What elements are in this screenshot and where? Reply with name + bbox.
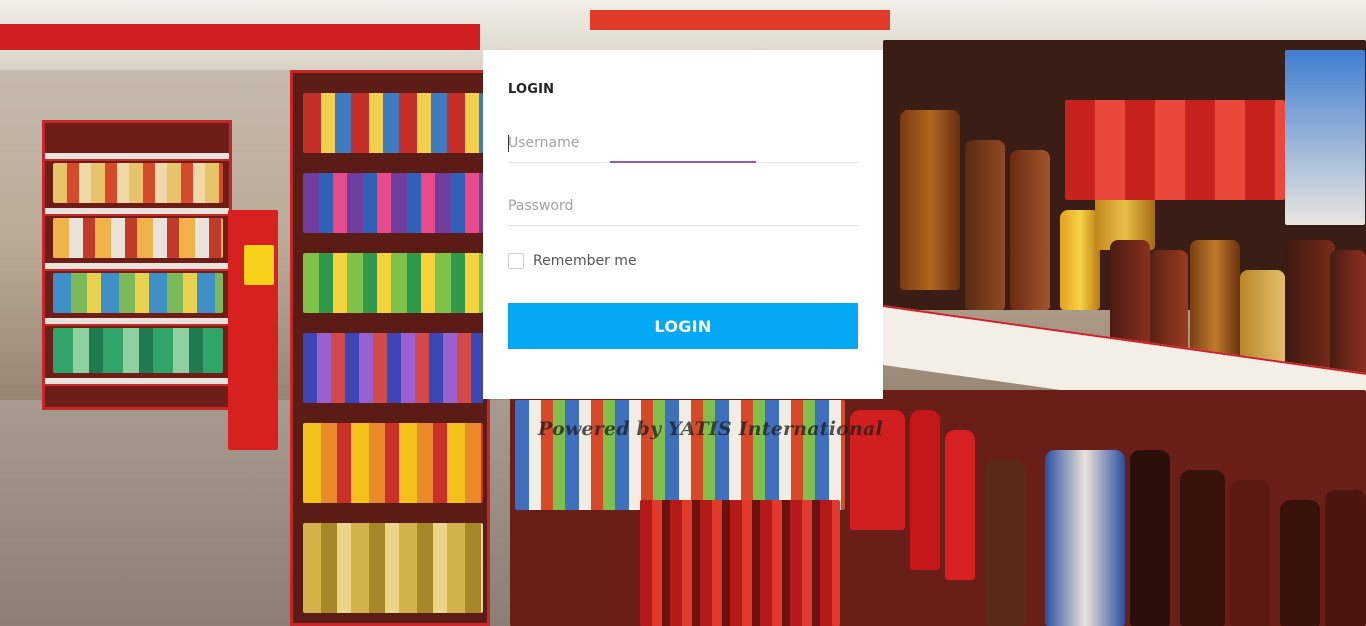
login-card: LOGIN Remember me LOGIN bbox=[483, 50, 883, 399]
login-button[interactable]: LOGIN bbox=[508, 303, 858, 349]
username-field[interactable] bbox=[508, 123, 858, 163]
product-boxes bbox=[1065, 100, 1285, 200]
remember-me-checkbox[interactable] bbox=[508, 253, 524, 269]
remember-me-label[interactable]: Remember me bbox=[533, 253, 637, 269]
product-box bbox=[1285, 50, 1365, 225]
password-field[interactable] bbox=[508, 186, 858, 226]
price-sign bbox=[244, 245, 274, 285]
username-input[interactable] bbox=[508, 123, 858, 162]
password-input[interactable] bbox=[508, 186, 858, 225]
remember-me[interactable]: Remember me bbox=[508, 252, 637, 270]
store-banner bbox=[590, 10, 890, 30]
login-title: LOGIN bbox=[508, 82, 555, 97]
shelf-unit bbox=[42, 120, 232, 410]
text-caret bbox=[508, 135, 509, 152]
store-banner bbox=[0, 24, 480, 50]
focus-underline bbox=[610, 161, 756, 163]
powered-by-text: Powered by YATIS International bbox=[538, 418, 883, 440]
shelf-unit bbox=[290, 70, 490, 626]
